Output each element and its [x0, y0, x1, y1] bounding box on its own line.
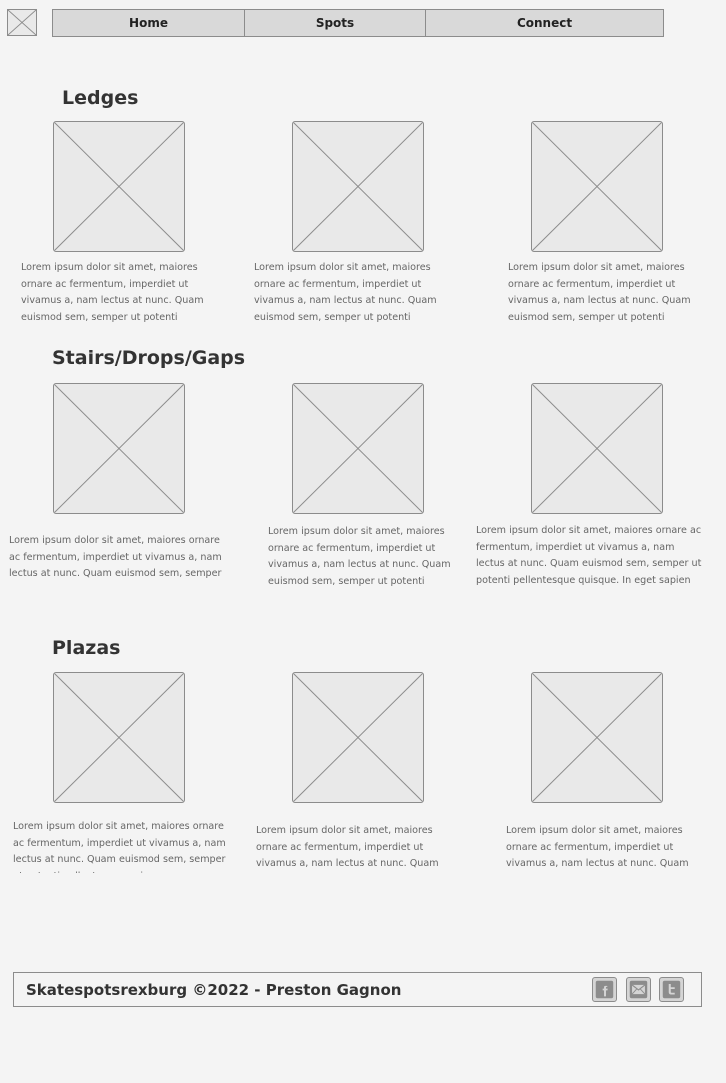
- ledges-description-1: Lorem ipsum dolor sit amet, maiores orna…: [21, 262, 204, 323]
- stairs-image-3[interactable]: [531, 383, 663, 514]
- footer-copyright: Skatespotsrexburg ©2022 - Preston Gagnon: [26, 981, 402, 999]
- plazas-image-3[interactable]: [531, 672, 663, 803]
- stairs-description-1: Lorem ipsum dolor sit amet, maiores orna…: [9, 535, 222, 579]
- nav-connect-button[interactable]: Connect: [426, 9, 664, 37]
- logo-placeholder[interactable]: [7, 9, 37, 36]
- ledges-image-1[interactable]: [53, 121, 185, 252]
- nav-home-button[interactable]: Home: [52, 9, 245, 37]
- ledges-description-2: Lorem ipsum dolor sit amet, maiores orna…: [254, 262, 437, 323]
- plazas-description-2: Lorem ipsum dolor sit amet, maiores orna…: [256, 825, 439, 869]
- plazas-description-1: Lorem ipsum dolor sit amet, maiores orna…: [13, 821, 226, 873]
- footer: Skatespotsrexburg ©2022 - Preston Gagnon: [13, 972, 702, 1007]
- stairs-description-3: Lorem ipsum dolor sit amet, maiores orna…: [476, 525, 702, 586]
- stairs-image-1[interactable]: [53, 383, 185, 514]
- stairs-image-2[interactable]: [292, 383, 424, 514]
- twitter-icon[interactable]: [659, 977, 684, 1002]
- stairs-description-2: Lorem ipsum dolor sit amet, maiores orna…: [268, 526, 451, 587]
- nav-spots-button[interactable]: Spots: [245, 9, 426, 37]
- ledges-image-3[interactable]: [531, 121, 663, 252]
- main-nav: Home Spots Connect: [52, 9, 664, 37]
- stairs-heading: Stairs/Drops/Gaps: [52, 347, 246, 369]
- facebook-icon[interactable]: [592, 977, 617, 1002]
- ledges-image-2[interactable]: [292, 121, 424, 252]
- plazas-image-2[interactable]: [292, 672, 424, 803]
- ledges-heading: Ledges: [62, 87, 139, 109]
- plazas-heading: Plazas: [52, 637, 121, 659]
- ledges-description-3: Lorem ipsum dolor sit amet, maiores orna…: [508, 262, 691, 323]
- mail-icon[interactable]: [626, 977, 651, 1002]
- plazas-image-1[interactable]: [53, 672, 185, 803]
- plazas-description-3: Lorem ipsum dolor sit amet, maiores orna…: [506, 825, 689, 869]
